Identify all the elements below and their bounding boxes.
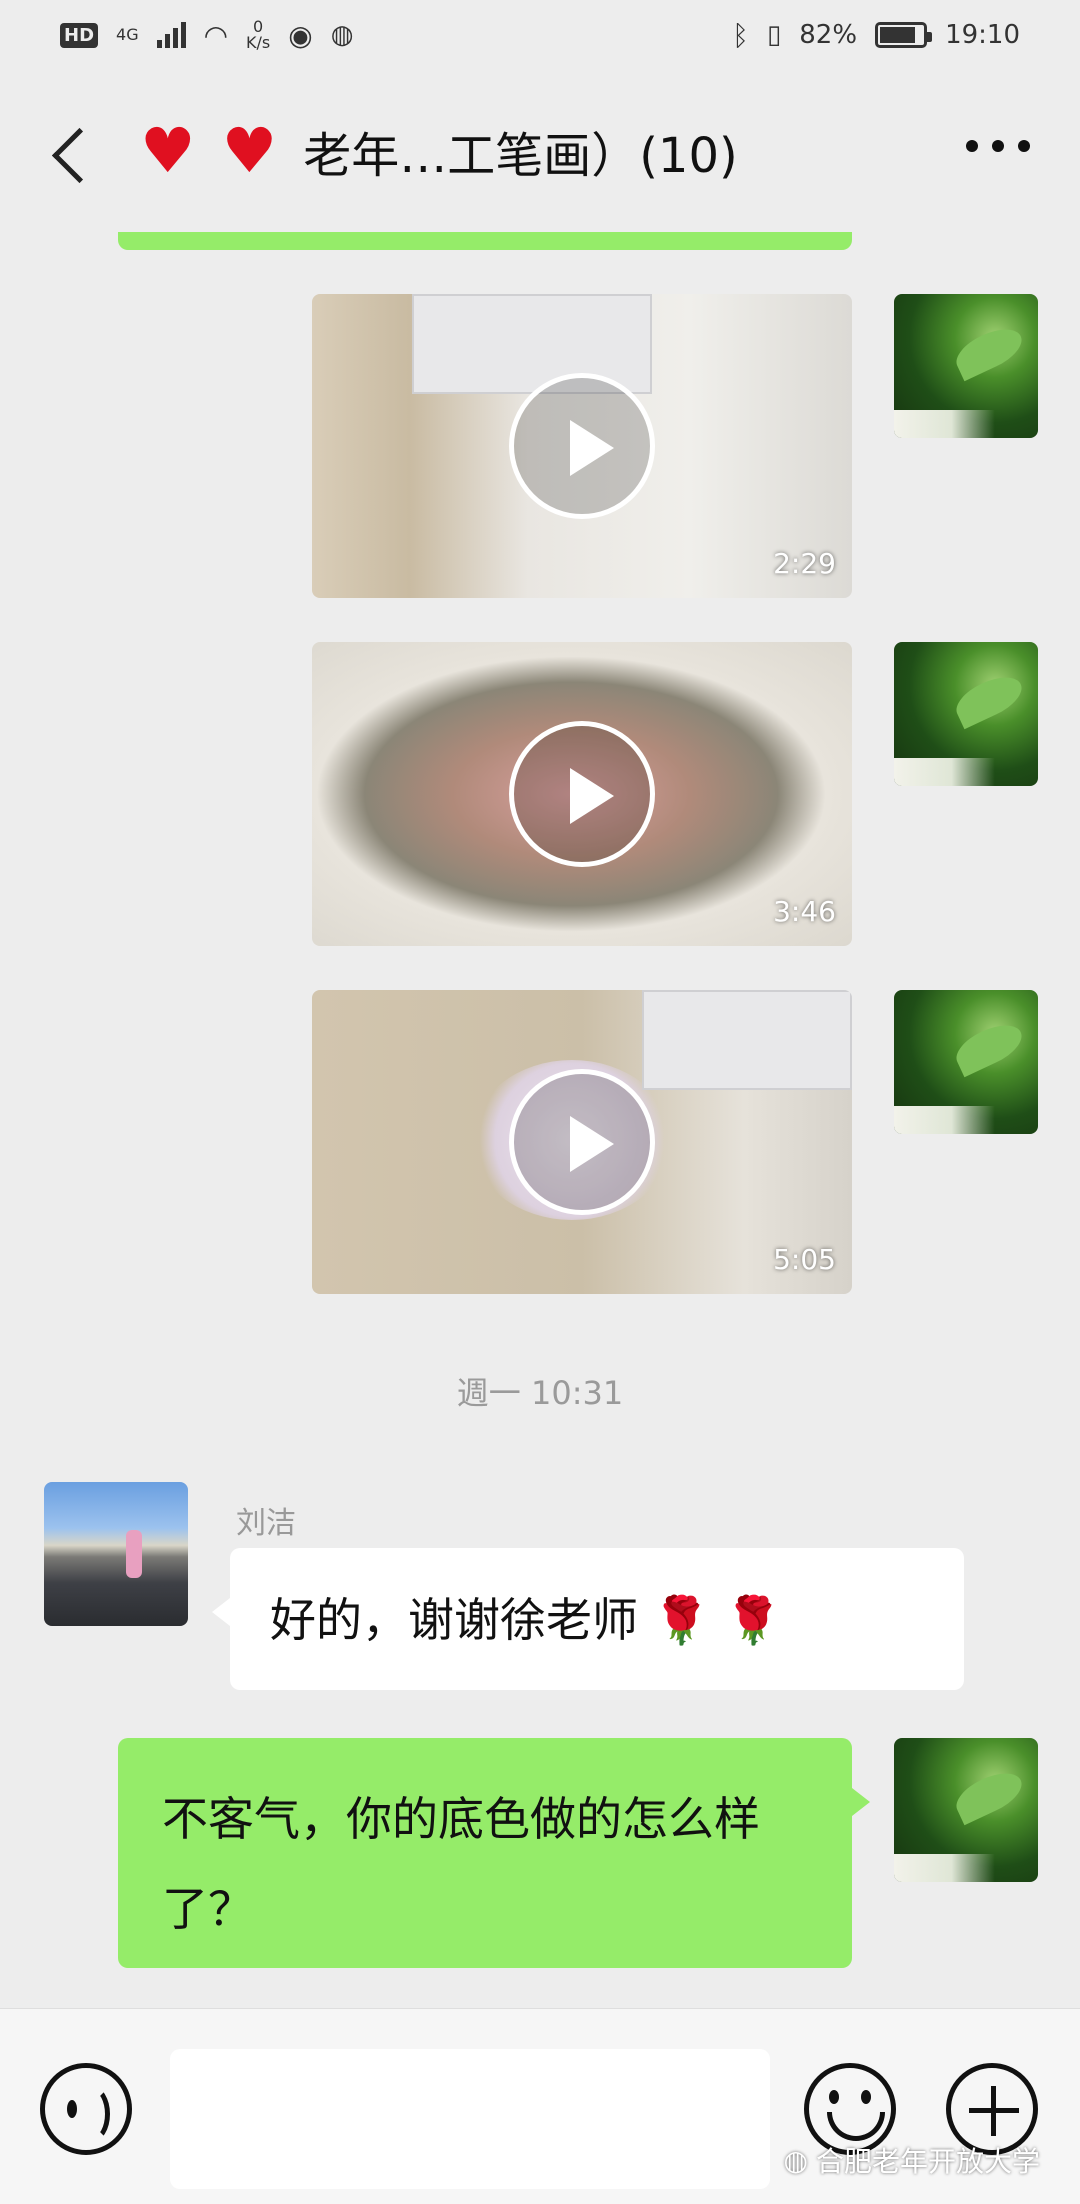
sender-name: 刘洁 — [236, 1506, 296, 1541]
signal-icon — [156, 22, 186, 48]
back-button[interactable] — [48, 120, 98, 190]
previous-message-bubble — [118, 232, 852, 250]
network-label: 4G — [116, 25, 139, 44]
video-duration: 2:29 — [773, 547, 836, 580]
heart-icon: ♥ — [221, 114, 278, 187]
video-message[interactable]: 2:29 — [312, 294, 852, 598]
my-avatar[interactable] — [894, 642, 1038, 786]
chat-screen: HD 4G ◠ 0 K/s ◉ ◍ ᛒ ▯ 82% 19:10 ♥ ♥ 老年…工笔… — [0, 0, 1080, 2204]
contact-avatar[interactable] — [44, 1482, 188, 1626]
play-icon[interactable] — [509, 721, 655, 867]
watermark: ◍ 合肥老年开放大学 — [783, 2143, 1040, 2179]
my-avatar[interactable] — [894, 1738, 1038, 1882]
more-options-button[interactable] — [966, 140, 1030, 152]
wechat-icon: ◍ — [330, 20, 354, 50]
network-speed: 0 K/s — [246, 17, 271, 52]
video-duration: 3:46 — [773, 895, 836, 928]
status-bar: HD 4G ◠ 0 K/s ◉ ◍ ᛒ ▯ 82% 19:10 — [0, 0, 1080, 70]
message-timestamp: 週一 10:31 — [456, 1374, 624, 1412]
vibrate-icon: ▯ — [766, 20, 782, 50]
video-duration: 5:05 — [773, 1243, 836, 1276]
bluetooth-icon: ᛒ — [732, 18, 749, 52]
message-input[interactable] — [170, 2049, 770, 2189]
message-text: 好的，谢谢徐老师 — [270, 1593, 638, 1647]
video-message[interactable]: 3:46 — [312, 642, 852, 946]
clock: 19:10 — [945, 20, 1020, 50]
incoming-message[interactable]: 好的，谢谢徐老师 🌹 🌹 — [212, 1548, 964, 1690]
wechat-logo-icon: ◍ — [783, 2143, 808, 2177]
paint-palette — [642, 990, 852, 1090]
heart-icon: ♥ — [140, 114, 196, 187]
chat-title: ♥ ♥ 老年…工笔画）(10) — [140, 116, 738, 186]
video-message[interactable]: 5:05 — [312, 990, 852, 1294]
eye-icon: ◉ — [288, 18, 313, 52]
rose-emoji: 🌹 🌹 — [652, 1593, 782, 1647]
voice-input-button[interactable] — [40, 2063, 132, 2155]
paint-palette — [412, 294, 652, 394]
play-icon[interactable] — [509, 1069, 655, 1215]
message-text: 不客气，你的底色做的怎么样了？ — [162, 1792, 760, 1936]
chat-header: ♥ ♥ 老年…工笔画）(10) — [0, 80, 1080, 230]
wifi-icon: ◠ — [203, 18, 229, 52]
my-avatar[interactable] — [894, 990, 1038, 1134]
play-icon[interactable] — [509, 373, 655, 519]
outgoing-message[interactable]: 不客气，你的底色做的怎么样了？ — [118, 1738, 870, 1968]
group-name: 老年…工笔画）(10) — [303, 128, 738, 184]
my-avatar[interactable] — [894, 294, 1038, 438]
battery-percent: 82% — [799, 20, 858, 50]
hd-badge: HD — [60, 22, 99, 48]
battery-icon — [875, 22, 933, 48]
